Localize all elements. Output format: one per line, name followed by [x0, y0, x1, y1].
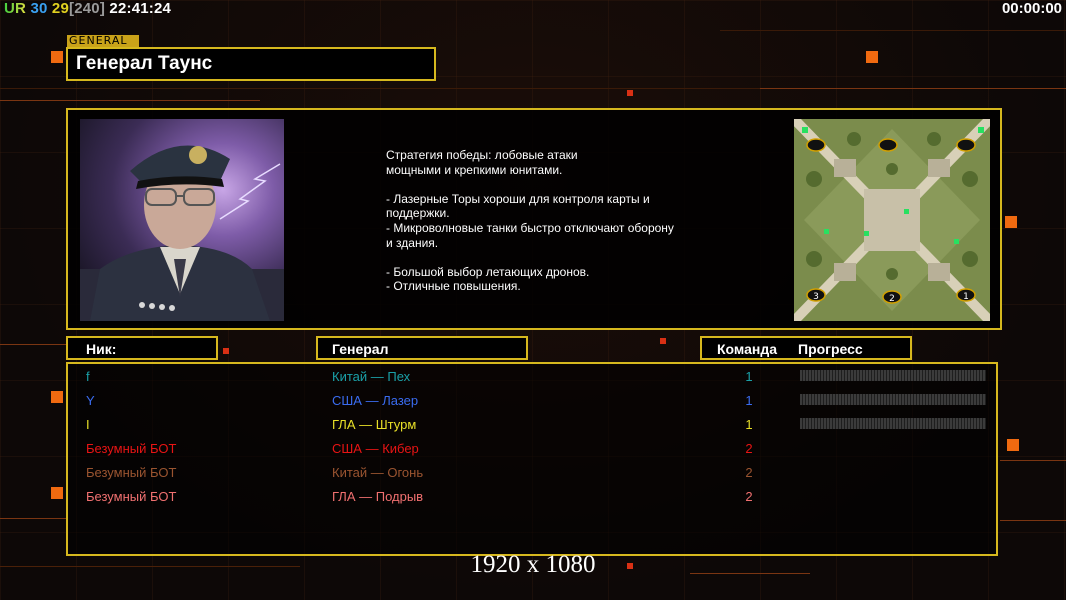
deco-square: [1005, 216, 1017, 228]
deco-square: [1007, 439, 1019, 451]
deco-square: [866, 51, 878, 63]
general-tag: GENERAL: [67, 35, 139, 47]
player-row[interactable]: Безумный БОТ Китай — Огонь 2: [68, 462, 996, 486]
deco-square: [51, 391, 63, 403]
status-bar: UR 30 29[240] 22:41:24: [4, 0, 171, 17]
nick-header-label: Ник:: [86, 341, 117, 357]
match-timer: 00:00:00: [1001, 0, 1062, 17]
player-nick: Безумный БОТ: [86, 489, 177, 504]
column-header-general: Генерал: [316, 336, 528, 360]
player-general[interactable]: Китай — Пех: [332, 369, 410, 384]
general-name: Генерал Таунс: [76, 53, 213, 74]
player-general[interactable]: ГЛА — Штурм: [332, 417, 416, 432]
deco-square: [51, 51, 63, 63]
status-clock: 22:41:24: [109, 0, 172, 17]
deco-square: [660, 338, 666, 344]
general-title-box: Генерал Таунс: [66, 47, 436, 81]
status-bracket: [240]: [69, 0, 106, 17]
team-header-label: Команда: [717, 341, 777, 357]
player-row[interactable]: Безумный БОТ США — Кибер 2: [68, 438, 996, 462]
general-portrait: [80, 119, 284, 321]
player-team[interactable]: 2: [744, 465, 754, 480]
player-row[interactable]: Y США — Лазер 1: [68, 390, 996, 414]
status-prefix: UR: [4, 0, 27, 17]
status-num1: 30: [30, 0, 48, 17]
status-num2: 29: [51, 0, 70, 17]
player-general[interactable]: США — Лазер: [332, 393, 418, 408]
player-progress-bar: [800, 418, 986, 429]
player-row[interactable]: f Китай — Пех 1: [68, 366, 996, 390]
player-team[interactable]: 1: [744, 369, 754, 384]
deco-line: [1000, 520, 1066, 521]
deco-square: [223, 348, 229, 354]
general-description: Стратегия победы: лобовые атаки мощными …: [386, 148, 674, 294]
start-position-2[interactable]: 2: [889, 294, 895, 304]
deco-square: [51, 487, 63, 499]
player-team[interactable]: 1: [744, 417, 754, 432]
minimap-image: 3 2 1: [794, 119, 990, 321]
deco-line: [0, 100, 260, 101]
player-nick: I: [86, 417, 90, 432]
resolution-label: 1920 x 1080: [470, 551, 596, 578]
deco-square: [627, 90, 633, 96]
deco-line: [720, 30, 1066, 31]
player-list: f Китай — Пех 1 Y США — Лазер 1 I ГЛА — Штурм 1 Б…: [66, 362, 998, 556]
player-nick: f: [86, 369, 90, 384]
player-row[interactable]: I ГЛА — Штурм 1: [68, 414, 996, 438]
player-progress-bar: [800, 370, 986, 381]
portrait-image: [80, 145, 284, 321]
general-header-label: Генерал: [332, 341, 389, 357]
column-header-team-progress: Команда Прогресс: [700, 336, 912, 360]
minimap[interactable]: 3 2 1: [794, 119, 990, 321]
player-row[interactable]: Безумный БОТ ГЛА — Подрыв 2: [68, 486, 996, 510]
deco-line: [0, 344, 66, 345]
player-progress-bar: [800, 394, 986, 405]
column-header-nick: Ник:: [66, 336, 218, 360]
player-general[interactable]: Китай — Огонь: [332, 465, 423, 480]
player-team[interactable]: 2: [744, 441, 754, 456]
deco-line: [0, 518, 66, 519]
player-nick: Безумный БОТ: [86, 465, 177, 480]
start-position-1[interactable]: 1: [963, 292, 969, 302]
player-general[interactable]: ГЛА — Подрыв: [332, 489, 423, 504]
deco-line: [760, 88, 1066, 89]
player-nick: Y: [86, 393, 95, 408]
player-general[interactable]: США — Кибер: [332, 441, 419, 456]
general-info-panel: Стратегия победы: лобовые атаки мощными …: [66, 108, 1002, 330]
start-position-3[interactable]: 3: [813, 292, 819, 302]
player-team[interactable]: 2: [744, 489, 754, 504]
progress-header-label: Прогресс: [798, 341, 863, 357]
deco-line: [1000, 460, 1066, 461]
player-nick: Безумный БОТ: [86, 441, 177, 456]
player-team[interactable]: 1: [744, 393, 754, 408]
